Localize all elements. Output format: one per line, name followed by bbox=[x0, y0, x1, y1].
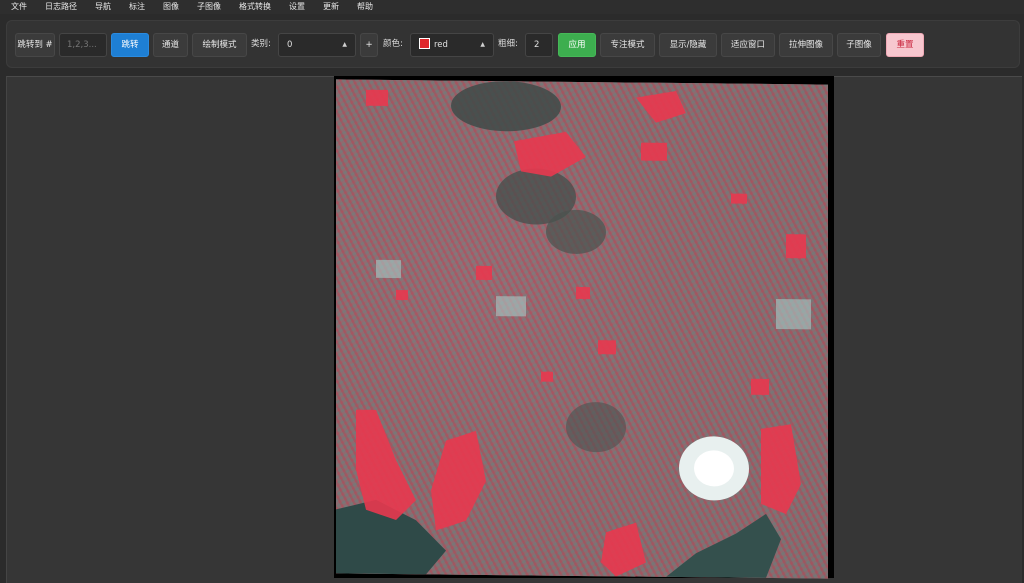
color-label: 颜色: bbox=[383, 39, 403, 49]
thickness-input[interactable]: 2 bbox=[525, 33, 553, 57]
draw-mode-button[interactable]: 绘制模式 bbox=[192, 33, 247, 57]
urban-area bbox=[776, 299, 811, 330]
annotation-region bbox=[598, 340, 616, 355]
cloud-shadow bbox=[566, 402, 626, 453]
stretch-image-button[interactable]: 拉伸图像 bbox=[779, 33, 833, 57]
annotation-overlay bbox=[336, 81, 811, 578]
menu-format-convert[interactable]: 格式转换 bbox=[228, 0, 278, 14]
menu-image[interactable]: 图像 bbox=[152, 0, 186, 14]
channel-button[interactable]: 通道 bbox=[153, 33, 188, 57]
annotation-region bbox=[541, 371, 553, 382]
cloud-shadow bbox=[451, 81, 561, 132]
category-label: 类别: bbox=[251, 39, 271, 49]
urban-area bbox=[496, 296, 526, 317]
menu-file[interactable]: 文件 bbox=[0, 0, 34, 14]
menu-settings[interactable]: 设置 bbox=[278, 0, 312, 14]
chevron-down-icon: ▲ bbox=[480, 41, 485, 48]
menu-update[interactable]: 更新 bbox=[312, 0, 346, 14]
annotation-region bbox=[641, 142, 667, 161]
category-select[interactable]: 0 ▲ bbox=[278, 33, 356, 57]
color-swatch-icon bbox=[419, 38, 430, 49]
jump-button[interactable]: 跳转 bbox=[111, 33, 149, 57]
annotation-region bbox=[366, 89, 388, 106]
annotation-region bbox=[636, 90, 686, 123]
category-value: 0 bbox=[287, 40, 293, 50]
toolbar: 跳转到 # 跳转 通道 绘制模式 类别: 0 ▲ + 颜色: red ▲ 粗细:… bbox=[6, 20, 1020, 68]
thickness-label: 粗细: bbox=[498, 39, 518, 49]
menu-log-path[interactable]: 日志路径 bbox=[34, 0, 84, 14]
menu-navigation[interactable]: 导航 bbox=[84, 0, 118, 14]
color-select[interactable]: red ▲ bbox=[410, 33, 494, 57]
fit-window-button[interactable]: 适应窗口 bbox=[721, 33, 775, 57]
apply-button[interactable]: 应用 bbox=[558, 33, 596, 57]
water-area bbox=[666, 513, 781, 578]
menu-sub-image[interactable]: 子图像 bbox=[186, 0, 228, 14]
annotation-region bbox=[786, 234, 806, 259]
annotation-region bbox=[356, 409, 416, 521]
image-frame[interactable] bbox=[334, 76, 834, 579]
focus-mode-button[interactable]: 专注模式 bbox=[600, 33, 655, 57]
color-value: red bbox=[434, 40, 448, 50]
cloud-shadow bbox=[546, 209, 606, 254]
urban-area bbox=[376, 259, 401, 279]
annotation-region bbox=[751, 378, 769, 395]
annotation-region bbox=[576, 286, 590, 300]
menu-bar: 文件 日志路径 导航 标注 图像 子图像 格式转换 设置 更新 帮助 bbox=[0, 0, 1024, 14]
annotation-region bbox=[476, 265, 492, 281]
show-hide-button[interactable]: 显示/隐藏 bbox=[659, 33, 717, 57]
annotation-region bbox=[431, 430, 486, 531]
reset-button[interactable]: 重置 bbox=[886, 33, 924, 57]
menu-annotate[interactable]: 标注 bbox=[118, 0, 152, 14]
annotation-region bbox=[731, 193, 747, 204]
annotation-region bbox=[761, 424, 801, 515]
menu-help[interactable]: 帮助 bbox=[346, 0, 380, 14]
annotation-region bbox=[601, 522, 646, 577]
add-category-button[interactable]: + bbox=[360, 33, 378, 57]
jump-index-input[interactable] bbox=[59, 33, 107, 57]
satellite-image[interactable] bbox=[336, 79, 828, 579]
chevron-down-icon: ▲ bbox=[342, 41, 347, 48]
jump-to-label: 跳转到 # bbox=[15, 33, 55, 57]
annotation-region bbox=[396, 290, 408, 301]
annotation-region bbox=[514, 131, 586, 177]
sub-image-button[interactable]: 子图像 bbox=[837, 33, 881, 57]
